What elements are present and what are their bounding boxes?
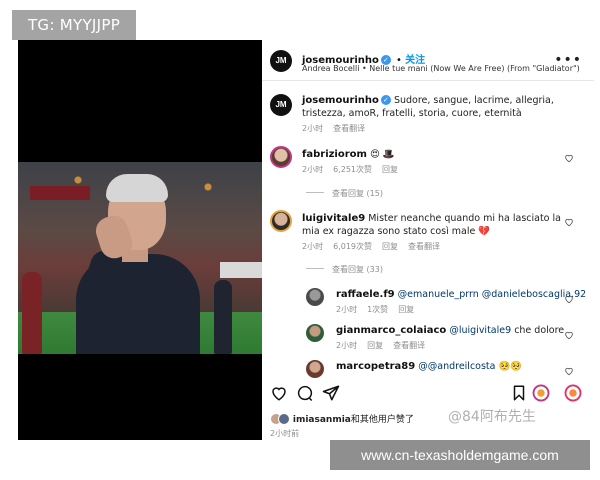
liked-by-text: 和其他用户赞了 [350,415,414,425]
liker-avatar [278,413,290,425]
reply-button[interactable]: 回复 [398,305,414,314]
comment-text-block: fabriziorom 😍 🎩 [302,148,560,161]
reply-username[interactable]: marcopetra89 [336,361,415,372]
reply-meta: 2小时 回复 查看翻译 [336,340,576,351]
caption-translate[interactable]: 查看翻译 [333,124,365,133]
reply-username[interactable]: gianmarco_colaiaco [336,325,446,336]
post-panel: JM josemourinho ✓ • 关注 Andrea Bocelli • N… [262,40,594,440]
reply-button[interactable]: 回复 [382,165,398,174]
caption-username[interactable]: josemourinho [302,95,379,106]
view-replies-label[interactable]: 查看回复 (15) [332,189,383,198]
site-watermark: www.cn-texasholdemgame.com [330,440,590,470]
comment-likes[interactable]: 6,251次赞 [333,165,372,174]
man-body [76,254,200,354]
post-header: JM josemourinho ✓ • 关注 Andrea Bocelli • N… [270,46,586,80]
reply-button[interactable]: 回复 [382,242,398,251]
comment-meta: 2小时 6,251次赞 回复 [302,164,560,175]
reply-text-block: gianmarco_colaiaco @luigivitale9 che dol… [336,324,576,337]
liker-avatars [270,413,290,428]
heart-icon[interactable] [564,330,574,340]
reply-likes[interactable]: 1次赞 [367,305,388,314]
liked-by[interactable]: imiasanmia和其他用户赞了 [270,412,414,428]
avatar[interactable] [306,288,324,306]
comment-time: 2小时 [302,242,324,251]
caption-time: 2小时 [302,124,324,133]
caption-avatar[interactable]: JM [270,94,292,116]
comment-translate[interactable]: 查看翻译 [408,242,440,251]
avatar[interactable] [270,146,292,168]
music-track[interactable]: Andrea Bocelli • Nelle tue mani (Now We … [302,64,580,73]
reply-text: 🥺🥺 [498,361,523,372]
post-media[interactable] [18,40,262,440]
header-divider [262,80,594,81]
reaction-badge-icon[interactable] [564,384,582,402]
heart-icon[interactable] [564,153,574,163]
view-replies-link[interactable]: 查看回复 (15) [306,188,383,199]
bookmark-icon[interactable] [510,384,528,402]
reply-mention[interactable]: @luigivitale9 [449,325,511,336]
view-replies-label[interactable]: 查看回复 (33) [332,265,383,274]
reply-time: 2小时 [336,341,358,350]
reply-username[interactable]: raffaele.f9 [336,289,395,300]
bystander-figure [214,280,232,354]
comment-username[interactable]: luigivitale9 [302,213,365,224]
like-heart-icon[interactable] [270,384,288,402]
verified-icon: ✓ [380,95,391,105]
stadium-banner [30,186,90,200]
replies-dash [306,268,324,269]
view-replies-link[interactable]: 查看回复 (33) [306,264,383,275]
bystander-figure [22,272,42,354]
heart-icon[interactable] [564,294,574,304]
avatar[interactable] [270,210,292,232]
reply-translate[interactable]: 查看翻译 [393,341,425,350]
comment-username[interactable]: fabriziorom [302,149,367,160]
stadium-banner-white [220,262,262,278]
comment-text-block: luigivitale9 Mister neanche quando mi ha… [302,212,564,238]
heart-icon[interactable] [564,366,574,376]
tg-watermark: TG: MYYJJPP [12,10,136,40]
reply-button[interactable]: 回复 [367,341,383,350]
media-image [18,162,262,354]
more-icon[interactable]: ••• [554,52,582,68]
replies-dash [306,192,324,193]
share-icon[interactable] [322,384,340,402]
heart-icon[interactable] [564,217,574,227]
avatar[interactable]: JM [270,50,292,72]
reply-meta: 2小时 1次赞 回复 [336,304,576,315]
liked-by-user[interactable]: imiasanmia [293,415,351,425]
comment-meta: 2小时 6,019次赞 回复 查看翻译 [302,241,564,252]
reply-text-block: raffaele.f9 @emanuele_prrn @danielebosca… [336,288,586,301]
man-hair [106,174,168,202]
action-bar [270,384,586,406]
post-time: 2小时前 [270,429,300,438]
reply-text-block: marcopetra89 @@andreilcosta 🥺🥺 [336,360,576,373]
avatar[interactable] [306,360,324,378]
weibo-watermark: @84阿布先生 [448,409,536,425]
comment-time: 2小时 [302,165,324,174]
caption-text-block: josemourinho ✓ Sudore, sangue, lacrime, a… [302,94,560,120]
caption-meta: 2小时 查看翻译 [302,123,560,134]
reply-time: 2小时 [336,305,358,314]
comment-icon[interactable] [296,384,314,402]
reply-mention[interactable]: @emanuele_prrn [398,289,479,300]
avatar[interactable] [306,324,324,342]
comment-likes[interactable]: 6,019次赞 [333,242,372,251]
comment-text: 😍 🎩 [370,149,395,160]
reply-text: che dolore [514,325,565,336]
reply-mention[interactable]: @@andreilcosta [418,361,495,372]
reaction-badge-icon[interactable] [532,384,550,402]
